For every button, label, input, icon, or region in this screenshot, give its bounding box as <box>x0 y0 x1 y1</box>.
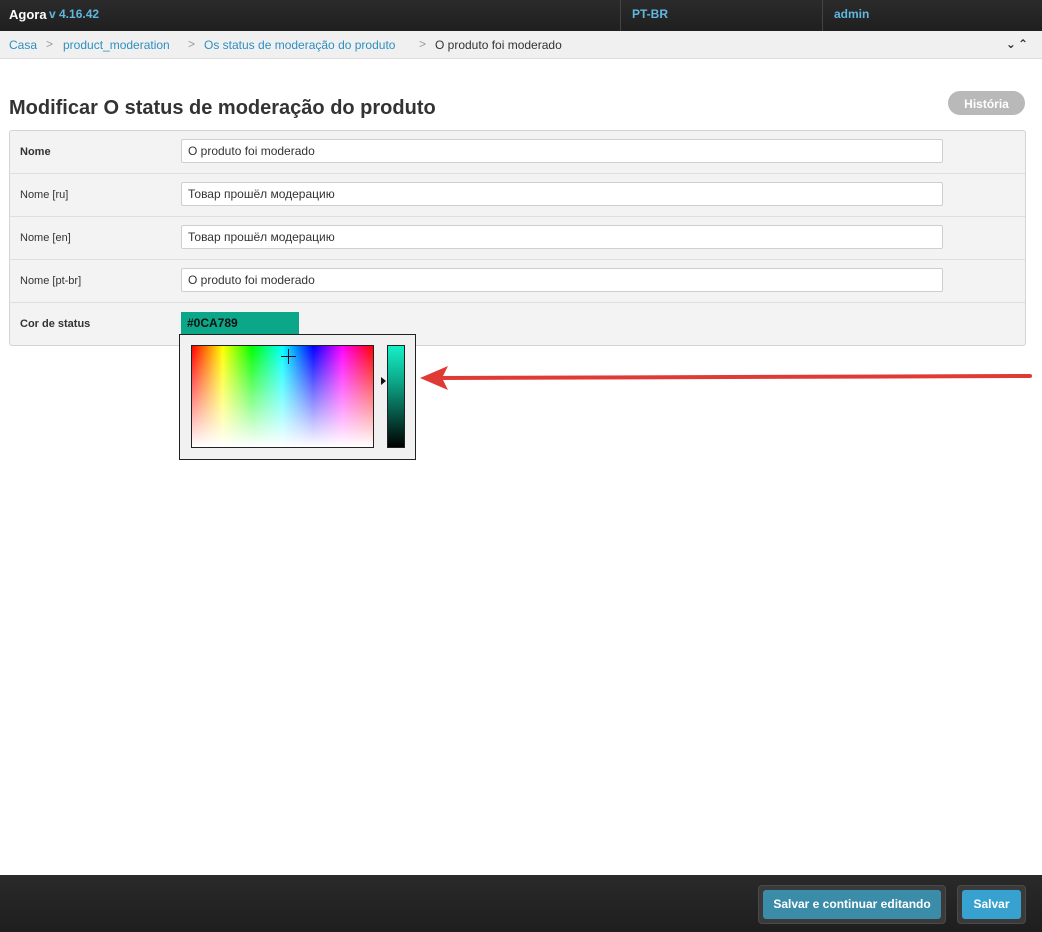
annotation-arrow-icon <box>420 366 1032 390</box>
save-button[interactable]: Salvar <box>962 890 1021 919</box>
breadcrumb-current: O produto foi moderado <box>435 38 562 52</box>
language-label: PT-BR <box>632 7 668 21</box>
save-continue-button[interactable]: Salvar e continuar editando <box>763 890 941 919</box>
slider-arrow-icon[interactable] <box>381 377 386 385</box>
form-row-name-pt-br: Nome [pt-br] <box>10 260 1025 303</box>
breadcrumb-separator: > <box>46 37 54 51</box>
name-ru-field[interactable] <box>181 182 943 206</box>
footer-action-bar: Salvar e continuar editando Salvar <box>0 875 1042 932</box>
save-continue-wrapper: Salvar e continuar editando <box>758 885 946 924</box>
crosshair-icon[interactable] <box>281 349 296 364</box>
brightness-slider[interactable] <box>387 345 405 448</box>
page-title: Modificar O status de moderação do produ… <box>9 97 436 119</box>
form-row-name: Nome <box>10 131 1025 174</box>
breadcrumb-model[interactable]: Os status de moderação do produto <box>204 38 395 52</box>
field-label: Nome <box>20 146 51 158</box>
color-spectrum[interactable] <box>191 345 374 448</box>
color-picker-popup <box>179 334 416 460</box>
user-label: admin <box>834 7 870 21</box>
form-row-name-en: Nome [en] <box>10 217 1025 260</box>
form-row-name-ru: Nome [ru] <box>10 174 1025 217</box>
field-label: Nome [en] <box>20 232 71 244</box>
name-en-field[interactable] <box>181 225 943 249</box>
history-button[interactable]: História <box>948 91 1025 115</box>
user-menu[interactable]: admin <box>822 0 1042 31</box>
breadcrumb-app[interactable]: product_moderation <box>63 38 170 52</box>
save-wrapper: Salvar <box>957 885 1026 924</box>
name-field[interactable] <box>181 139 943 163</box>
language-selector[interactable]: PT-BR <box>620 0 823 31</box>
edit-form: Nome Nome [ru] Nome [en] Nome [pt-br] Co… <box>9 130 1026 346</box>
top-navigation-bar: Agora v 4.16.42 PT-BR admin <box>0 0 1042 31</box>
breadcrumb-home[interactable]: Casa <box>9 38 37 52</box>
breadcrumb: Casa > product_moderation > Os status de… <box>0 31 1042 59</box>
field-label: Nome [ru] <box>20 189 69 201</box>
field-label: Nome [pt-br] <box>20 275 82 287</box>
form-row-status-color: Cor de status #0CA789 <box>10 303 1025 345</box>
app-version: v 4.16.42 <box>49 7 100 21</box>
name-pt-br-field[interactable] <box>181 268 943 292</box>
app-brand[interactable]: Agora <box>9 7 47 22</box>
breadcrumb-separator: > <box>419 37 427 51</box>
field-label: Cor de status <box>20 318 91 330</box>
collapse-expand-icon[interactable]: ⌄⌃ <box>1006 37 1030 51</box>
breadcrumb-separator: > <box>188 37 196 51</box>
status-color-field[interactable]: #0CA789 <box>181 312 299 335</box>
